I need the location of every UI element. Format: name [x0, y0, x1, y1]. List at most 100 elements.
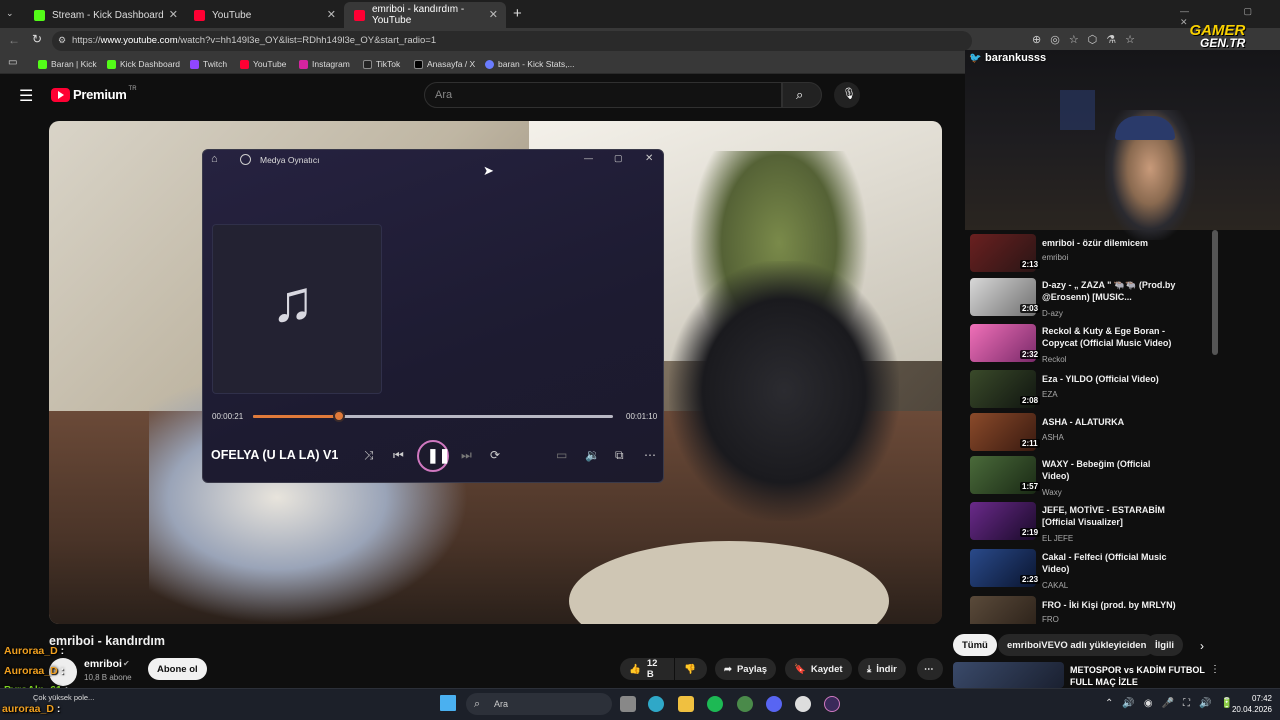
bookmark-tiktok[interactable]: TikTok [363, 59, 400, 69]
close-tab-icon[interactable]: ✕ [489, 8, 498, 21]
subscribe-button[interactable]: Abone ol [148, 658, 207, 680]
total-time: 00:01:10 [626, 412, 658, 421]
tab-label: Stream - Kick Dashboard [52, 9, 164, 21]
recommendation-item[interactable]: 2:13 emriboi - özür dilemicem emriboi [970, 234, 1210, 274]
recommendation-item[interactable]: 2:23 Cakal - Felfeci (Official Music Vid… [970, 549, 1210, 590]
sidebar-scrollbar[interactable] [1212, 230, 1218, 355]
pause-button[interactable]: ❚❚ [417, 440, 450, 472]
new-tab-button[interactable]: + [513, 5, 522, 22]
site-info-icon[interactable]: ⚙ [58, 35, 66, 46]
download-button[interactable]: ⤓ İndir [858, 658, 906, 680]
seek-bar-progress [253, 415, 340, 418]
back-arrow-icon[interactable]: ← [8, 33, 20, 47]
search-input[interactable]: Ara [424, 82, 782, 108]
tab-list-chevron-icon[interactable]: ⌄ [6, 8, 14, 19]
voice-search-button[interactable]: 🎙 [834, 82, 860, 108]
bookmarks-menu-icon[interactable]: ▭ [8, 57, 17, 68]
bookmark-x[interactable]: Anasayfa / X [414, 59, 475, 69]
elapsed-time: 00:00:21 [212, 412, 244, 421]
mini-player-icon[interactable]: ⧉ [615, 448, 624, 463]
tab-youtube[interactable]: YouTube ✕ [184, 2, 344, 28]
weather-notification[interactable]: Çok yüksek pole... [33, 693, 94, 702]
close-tab-icon[interactable]: ✕ [169, 8, 178, 21]
shuffle-icon[interactable]: ⤨ [364, 448, 374, 463]
channel-name: FRO [1042, 615, 1059, 624]
tab-emriboi-kandirdim[interactable]: emriboi - kandırdım - YouTube ✕ [344, 2, 506, 28]
tab-label: emriboi - kandırdım - YouTube [371, 4, 465, 26]
search-button[interactable]: ⌕ [782, 82, 822, 108]
recommendation-item[interactable]: 2:11 ASHA - ALATURKA ASHA [970, 413, 1210, 453]
next-card-thumbnail[interactable] [953, 662, 1064, 688]
file-explorer-icon[interactable] [678, 696, 694, 712]
chip-all[interactable]: Tümü [953, 634, 997, 656]
recommendation-item[interactable]: 1:57 WAXY - Bebeğim (Official Video) Wax… [970, 456, 1210, 497]
dislike-button[interactable]: 👎 [675, 658, 707, 680]
volume-icon[interactable]: 🔉 [585, 448, 600, 462]
close-button[interactable]: ✕ [645, 153, 653, 164]
next-track-icon[interactable]: ⏭ [461, 448, 472, 463]
more-options-icon[interactable]: ⋯ [644, 448, 656, 462]
recommendation-item[interactable]: 2:32 Reckol & Kuty & Ege Boran - Copycat… [970, 324, 1210, 364]
save-label: Kaydet [810, 663, 843, 675]
previous-track-icon[interactable]: ⏮ [393, 448, 404, 463]
home-icon[interactable]: ⌂ [211, 153, 218, 165]
video-duration: 2:08 [1020, 396, 1041, 405]
spotify-icon[interactable] [707, 696, 723, 712]
clock-time: 07:42 [1251, 694, 1272, 703]
taskbar-search[interactable]: ⌕ Ara [466, 693, 612, 715]
caption-icon[interactable]: ▭ [556, 448, 567, 462]
chevron-right-icon[interactable]: › [1200, 639, 1204, 653]
video-thumbnail [970, 596, 1036, 624]
bookmark-label: Kick Dashboard [120, 59, 181, 69]
chip-label: emriboiVEVO adlı yükleyiciden [1007, 639, 1147, 651]
bookmark-twitch[interactable]: Twitch [190, 59, 227, 69]
channel-name: ASHA [1042, 433, 1064, 442]
bookmark-instagram[interactable]: Instagram [299, 59, 350, 69]
webcam-monitor [1060, 90, 1095, 130]
x-icon [414, 59, 423, 69]
taskbar-clock[interactable]: 07:42 20.04.2026 [1200, 693, 1272, 715]
recommendation-item[interactable]: 2:19 JEFE, MOTİVE - ESTARABİM [Official … [970, 502, 1210, 543]
clock-date: 20.04.2026 [1231, 705, 1272, 714]
close-tab-icon[interactable]: ✕ [327, 8, 336, 21]
like-button[interactable]: 👍 12 B [620, 658, 674, 680]
windows-start-icon[interactable] [440, 695, 456, 711]
bookmark-youtube[interactable]: YouTube [240, 59, 286, 69]
youtube-premium-logo[interactable]: Premium TR [51, 85, 137, 102]
bookmark-label: Instagram [312, 59, 350, 69]
repeat-off-icon[interactable]: ⟳ [490, 448, 500, 462]
recommendation-item[interactable]: 2:03 D-azy - „ ZAZA " 🐃🐃 (Prod.by @Erose… [970, 278, 1210, 318]
share-button[interactable]: ➦ Paylaş [715, 658, 777, 680]
extension-icons[interactable]: ⊕◎☆⬡⚗☆ [1032, 33, 1144, 46]
channel-name[interactable]: emriboi [84, 658, 122, 670]
recommendation-item[interactable]: FRO - İki Kişi (prod. by MRLYN) FRO [970, 596, 1210, 624]
tab-kick-dashboard[interactable]: Stream - Kick Dashboard ✕ [24, 2, 186, 28]
task-view-icon[interactable] [620, 696, 636, 712]
minimize-button[interactable]: — [584, 153, 593, 163]
more-actions-button[interactable]: ⋯ [917, 658, 943, 680]
app-icon[interactable] [737, 696, 753, 712]
bookmark-kick-stats[interactable]: baran - Kick Stats,... [485, 59, 575, 69]
chip-related[interactable]: İlgili [1146, 634, 1183, 656]
chip-uploader[interactable]: emriboiVEVO adlı yükleyiciden [998, 634, 1156, 656]
hamburger-menu-icon[interactable]: ☰ [19, 86, 33, 106]
edge-browser-icon[interactable] [648, 696, 664, 712]
chrome-icon[interactable] [795, 696, 811, 712]
media-player-taskbar-icon[interactable] [824, 696, 840, 712]
download-icon: ⤓ [867, 663, 872, 675]
save-button[interactable]: 🔖 Kaydet [785, 658, 852, 680]
video-title: Reckol & Kuty & Ege Boran - Copycat (Off… [1042, 326, 1172, 348]
video-duration: 2:13 [1020, 260, 1041, 269]
bookmark-baran-kick[interactable]: Baran | Kick [38, 59, 97, 69]
url-field[interactable]: https://www.youtube.com/watch?v=hh149l3e… [52, 31, 972, 51]
next-card-title[interactable]: METOSPOR vs KADİM FUTBOL FULL MAÇ İZLE [1070, 664, 1205, 688]
reload-icon[interactable]: ↻ [32, 32, 42, 46]
bookmark-kick-dashboard[interactable]: Kick Dashboard [107, 59, 180, 69]
maximize-button[interactable]: ▢ [614, 153, 623, 164]
country-badge: TR [128, 85, 137, 92]
next-card-more-icon[interactable]: ⋮ [1210, 664, 1220, 675]
thumbs-down-icon: 👎 [684, 663, 696, 675]
discord-icon[interactable] [766, 696, 782, 712]
recommendation-item[interactable]: 2:08 Eza - YILDO (Official Video) EZA [970, 370, 1210, 410]
logo-text: Premium [73, 87, 127, 102]
